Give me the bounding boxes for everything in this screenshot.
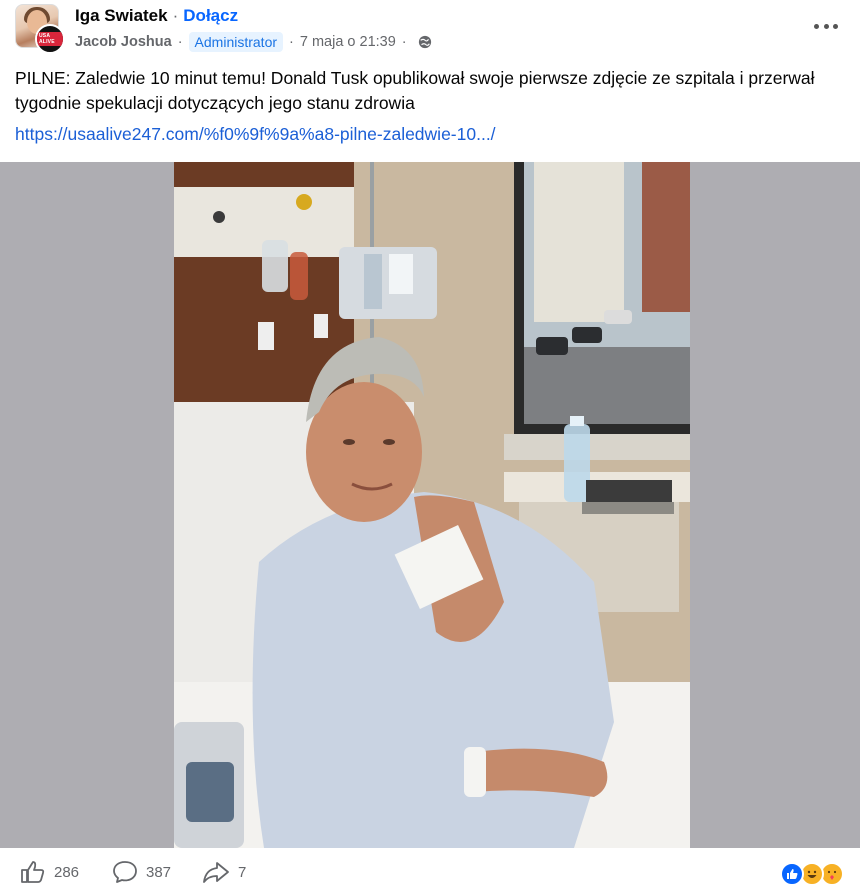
share-icon bbox=[203, 862, 229, 883]
photo-iv-bag-2 bbox=[290, 252, 308, 300]
photo-book-2 bbox=[582, 502, 674, 514]
photo-wristband bbox=[464, 747, 486, 797]
post-header: USA ALIVE Iga Swiatek · Dołącz Jacob Jos… bbox=[0, 0, 860, 64]
photo-gas-valve-2 bbox=[213, 211, 225, 223]
photo-outlet-2 bbox=[314, 314, 328, 338]
photo-eye bbox=[343, 439, 355, 445]
comment-button[interactable]: 387 bbox=[112, 860, 171, 884]
post-link[interactable]: https://usaalive247.com/%f0%9f%9a%a8-pil… bbox=[15, 124, 496, 145]
group-name[interactable]: Iga Swiatek bbox=[75, 6, 168, 26]
meta-separator: · bbox=[177, 34, 183, 50]
photo-pump-screen bbox=[389, 254, 413, 294]
globe-icon[interactable] bbox=[418, 35, 432, 49]
photo-building bbox=[534, 162, 624, 322]
comment-count: 387 bbox=[146, 863, 172, 881]
photo-bed-controls bbox=[186, 762, 234, 822]
meta-separator-3: · bbox=[401, 34, 407, 50]
like-count: 286 bbox=[54, 863, 80, 881]
post-actions: 286 387 7 bbox=[0, 852, 860, 893]
author-avatar-logo: USA ALIVE bbox=[37, 32, 63, 46]
post-media[interactable] bbox=[0, 162, 860, 848]
photo-infusion-pump bbox=[339, 247, 437, 319]
post-photo[interactable] bbox=[174, 162, 690, 848]
more-dot bbox=[814, 23, 819, 29]
more-options-icon[interactable] bbox=[814, 16, 838, 36]
photo-car-3 bbox=[604, 310, 632, 324]
join-group-button[interactable]: Dołącz bbox=[183, 6, 238, 26]
photo-street bbox=[524, 347, 690, 424]
meta-separator-2: · bbox=[289, 34, 294, 50]
author-name[interactable]: Jacob Joshua bbox=[75, 34, 172, 50]
photo-iv-bag bbox=[262, 240, 288, 292]
photo-eye-2 bbox=[383, 439, 395, 445]
group-line: Iga Swiatek · Dołącz bbox=[75, 6, 238, 26]
photo-sill bbox=[504, 434, 690, 460]
share-button[interactable]: 7 bbox=[202, 860, 246, 884]
separator-dot: · bbox=[172, 6, 179, 25]
photo-bottle-cap bbox=[570, 416, 584, 426]
photo-pump-side bbox=[364, 254, 382, 309]
comment-icon bbox=[113, 861, 137, 883]
like-reaction-icon bbox=[780, 862, 804, 886]
reaction-summary[interactable] bbox=[780, 862, 848, 886]
photo-car-2 bbox=[572, 327, 602, 343]
post-timestamp[interactable]: 7 maja o 21:39 bbox=[300, 34, 396, 50]
post-meta: Jacob Joshua · Administrator · 7 maja o … bbox=[75, 32, 432, 52]
thumbs-up-icon bbox=[21, 861, 45, 883]
photo-outlet bbox=[258, 322, 274, 350]
like-button[interactable]: 286 bbox=[20, 860, 79, 884]
post-text: PILNE: Zaledwie 10 minut temu! Donald Tu… bbox=[15, 68, 815, 113]
more-dot bbox=[833, 23, 838, 29]
author-avatar[interactable]: USA ALIVE bbox=[35, 24, 65, 54]
photo-gas-valve bbox=[296, 194, 312, 210]
share-count: 7 bbox=[238, 863, 247, 881]
avatar-stack[interactable]: USA ALIVE bbox=[15, 4, 65, 54]
more-dot bbox=[823, 23, 829, 29]
photo-building-2 bbox=[642, 162, 690, 312]
photo-car bbox=[536, 337, 568, 355]
role-badge: Administrator bbox=[188, 32, 284, 52]
